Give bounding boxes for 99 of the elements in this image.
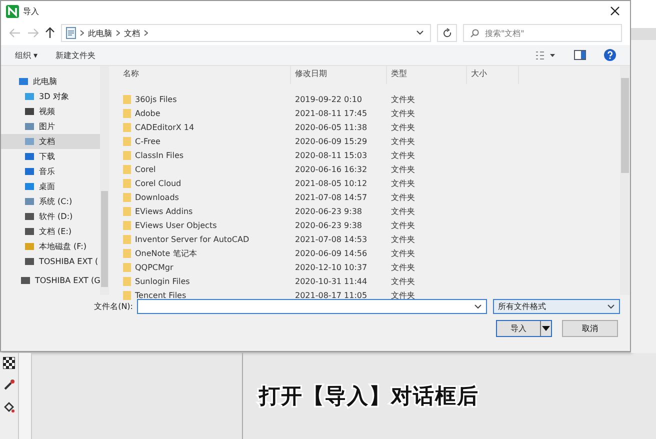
file-name[interactable]: Corel bbox=[135, 164, 156, 174]
dropdown-caret-icon[interactable] bbox=[416, 30, 424, 36]
file-type: 文件夹 bbox=[390, 136, 416, 146]
modified-date: 2020-06-16 16:32 bbox=[294, 164, 368, 174]
file-type: 文件夹 bbox=[390, 290, 416, 300]
caption-text: 打开【导入】对话框后 bbox=[259, 383, 479, 410]
refresh-button[interactable] bbox=[437, 24, 457, 42]
help-icon[interactable] bbox=[604, 49, 616, 61]
scrollbar[interactable] bbox=[620, 66, 630, 295]
dropdown-caret-icon bbox=[542, 326, 550, 331]
sidebar-item[interactable]: 本地磁盘 (F:) bbox=[1, 239, 100, 254]
column-header[interactable]: 大小 bbox=[467, 66, 519, 84]
location-icon bbox=[21, 277, 30, 284]
modified-date: 2021-08-11 17:45 bbox=[294, 108, 368, 118]
file-name[interactable]: Adobe bbox=[135, 108, 160, 118]
document-icon bbox=[66, 27, 76, 39]
file-type: 文件夹 bbox=[390, 220, 416, 230]
file-type-dropdown[interactable]: 所有文件格式 bbox=[493, 299, 620, 314]
file-name[interactable]: EViews User Objects bbox=[135, 220, 217, 230]
view-options-icon[interactable] bbox=[536, 50, 556, 60]
file-type: 文件夹 bbox=[390, 248, 416, 258]
column-header[interactable]: 修改日期 bbox=[291, 66, 387, 84]
file-name[interactable]: Inventor Server for AutoCAD bbox=[135, 234, 250, 244]
cancel-button[interactable]: 取消 bbox=[562, 320, 618, 337]
eyedropper-icon[interactable] bbox=[3, 379, 15, 391]
address-bar[interactable]: 此电脑 文档 bbox=[61, 24, 431, 42]
modified-date: 2020-06-05 11:38 bbox=[294, 122, 368, 132]
file-name[interactable]: ClassIn Files bbox=[135, 150, 184, 160]
sidebar-item[interactable]: 桌面 bbox=[1, 179, 100, 194]
scrollbar[interactable] bbox=[100, 66, 109, 295]
modified-date: 2020-12-10 10:37 bbox=[294, 262, 368, 272]
new-folder-button[interactable]: 新建文件夹 bbox=[56, 50, 96, 60]
file-type: 文件夹 bbox=[390, 192, 416, 202]
paint-bucket-icon[interactable] bbox=[3, 401, 15, 413]
sidebar-item[interactable]: 音乐 bbox=[1, 164, 100, 179]
chevron-icon bbox=[116, 30, 120, 36]
file-name[interactable]: Downloads bbox=[135, 192, 179, 202]
sidebar-item[interactable]: 软件 (D:) bbox=[1, 209, 100, 224]
modified-date: 2020-06-09 15:29 bbox=[294, 136, 368, 146]
file-name[interactable]: CADEditorX 14 bbox=[135, 122, 194, 132]
file-type: 文件夹 bbox=[390, 150, 416, 160]
checker-icon[interactable] bbox=[3, 357, 15, 369]
sidebar-item[interactable]: 系统 (C:) bbox=[1, 194, 100, 209]
breadcrumb-item[interactable]: 此电脑 bbox=[88, 28, 112, 38]
file-type: 文件夹 bbox=[390, 164, 416, 174]
sidebar-item[interactable]: 文档 bbox=[1, 134, 100, 149]
app-logo-icon bbox=[6, 4, 19, 18]
chevron-icon bbox=[80, 30, 84, 36]
modified-date: 2020-06-09 14:56 bbox=[294, 248, 368, 258]
column-header[interactable]: 名称 bbox=[119, 66, 291, 84]
sidebar-item[interactable]: 3D 对象 bbox=[1, 89, 100, 104]
preview-pane-icon[interactable] bbox=[574, 50, 586, 60]
file-name[interactable]: EViews Addins bbox=[135, 206, 193, 216]
file-name[interactable]: OneNote 笔记本 bbox=[135, 248, 197, 258]
search-icon bbox=[470, 28, 479, 38]
up-arrow-icon[interactable] bbox=[45, 27, 55, 39]
close-icon[interactable] bbox=[610, 6, 620, 16]
column-header[interactable]: 类型 bbox=[387, 66, 467, 84]
modified-date: 2020-08-11 15:03 bbox=[294, 150, 368, 160]
breadcrumb-item[interactable]: 文档 bbox=[124, 28, 140, 38]
file-type: 文件夹 bbox=[390, 206, 416, 216]
chevron-icon bbox=[144, 30, 148, 36]
file-name[interactable]: Corel Cloud bbox=[135, 178, 182, 188]
sidebar-item[interactable]: 此电脑 bbox=[1, 74, 100, 89]
filename-input[interactable] bbox=[137, 299, 487, 314]
organize-menu[interactable]: 组织 ▾ bbox=[15, 50, 38, 60]
file-type: 文件夹 bbox=[390, 94, 416, 104]
file-name[interactable]: 360js Files bbox=[135, 94, 177, 104]
refresh-icon bbox=[442, 28, 452, 38]
file-name[interactable]: Sunlogin Files bbox=[135, 276, 190, 286]
filename-label: 文件名(N): bbox=[93, 301, 133, 312]
modified-date: 2020-06-23 9:38 bbox=[294, 220, 363, 230]
sidebar-item[interactable]: TOSHIBA EXT ( bbox=[1, 254, 100, 269]
sidebar-item[interactable]: 下载 bbox=[1, 149, 100, 164]
file-name[interactable]: C-Free bbox=[135, 136, 160, 146]
sidebar-item[interactable]: 文档 (E:) bbox=[1, 224, 100, 239]
file-type: 文件夹 bbox=[390, 108, 416, 118]
sidebar-item[interactable]: TOSHIBA EXT (G bbox=[1, 273, 100, 288]
file-type: 文件夹 bbox=[390, 178, 416, 188]
modified-date: 2020-10-31 11:44 bbox=[294, 276, 368, 286]
dropdown-caret-icon bbox=[607, 304, 615, 310]
sidebar-item[interactable]: 图片 bbox=[1, 119, 100, 134]
dropdown-caret-icon bbox=[474, 304, 482, 310]
file-type: 文件夹 bbox=[390, 262, 416, 272]
file-name[interactable]: QQPCMgr bbox=[135, 262, 174, 272]
file-type: 文件夹 bbox=[390, 276, 416, 286]
sidebar-item[interactable]: 视频 bbox=[1, 104, 100, 119]
modified-date: 2021-07-08 14:57 bbox=[294, 192, 368, 202]
modified-date: 2021-08-05 10:12 bbox=[294, 178, 368, 188]
window-title: 导入 bbox=[23, 6, 39, 16]
modified-date: 2021-08-17 11:05 bbox=[294, 290, 368, 300]
modified-date: 2020-06-23 9:38 bbox=[294, 206, 363, 216]
file-name[interactable]: Tencent Files bbox=[135, 290, 186, 300]
modified-date: 2019-09-22 0:10 bbox=[294, 94, 363, 104]
import-button[interactable]: 导入 bbox=[496, 320, 552, 337]
search-field[interactable]: 搜索"文档" bbox=[463, 24, 622, 42]
file-type: 文件夹 bbox=[390, 122, 416, 132]
modified-date: 2021-07-08 14:53 bbox=[294, 234, 368, 244]
file-type: 文件夹 bbox=[390, 234, 416, 244]
